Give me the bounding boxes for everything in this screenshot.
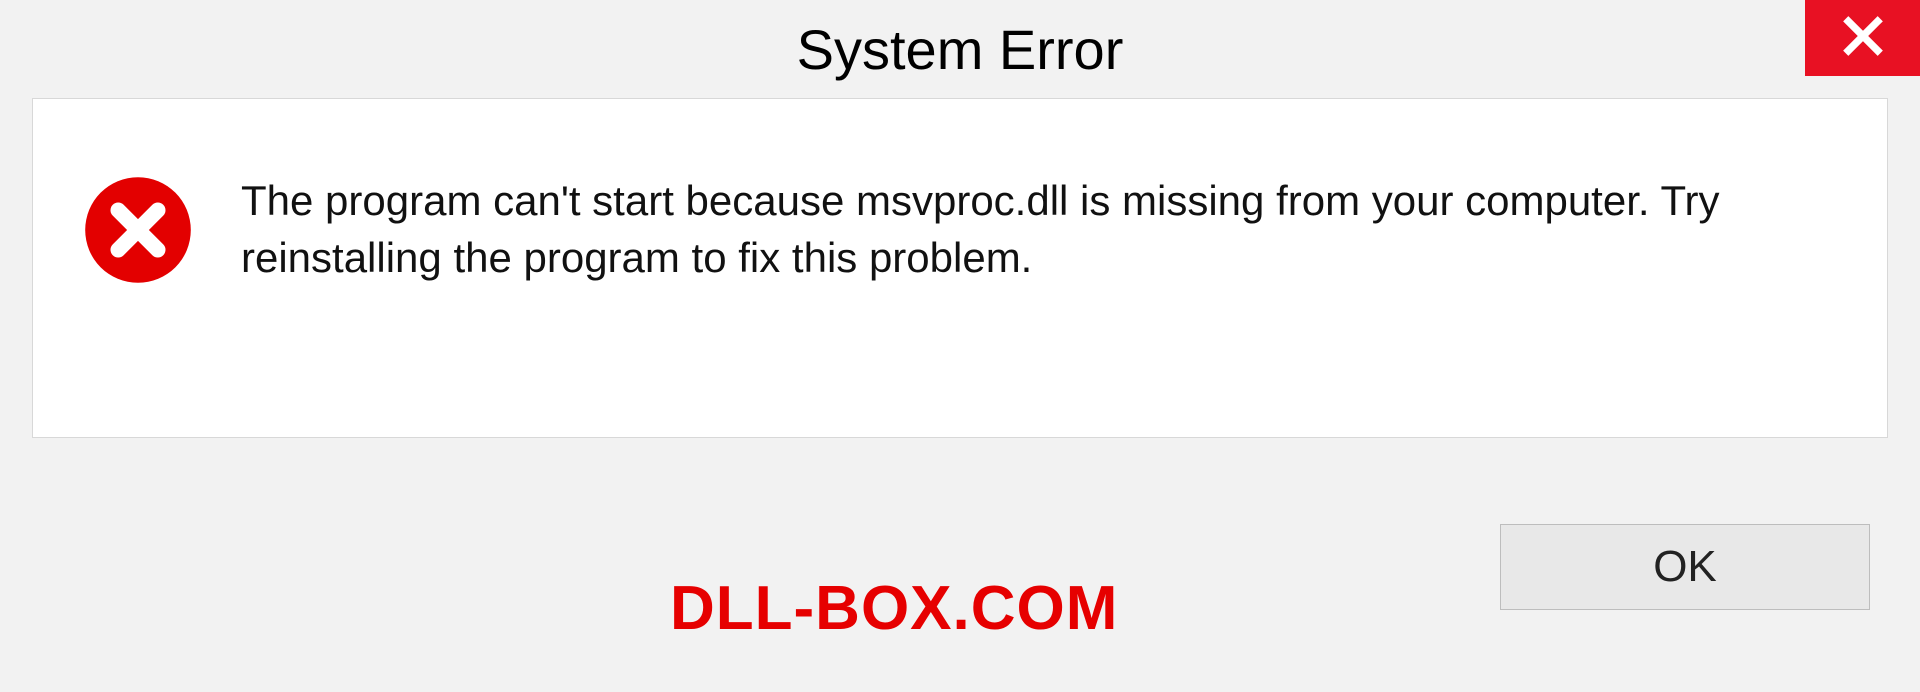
brand-watermark: DLL-BOX.COM — [670, 573, 1118, 644]
titlebar: System Error — [0, 0, 1920, 98]
error-message: The program can't start because msvproc.… — [241, 169, 1837, 286]
error-icon — [83, 175, 193, 285]
dialog-title: System Error — [797, 17, 1124, 82]
close-icon — [1841, 14, 1885, 63]
dialog-footer: DLL-BOX.COM OK — [0, 482, 1920, 692]
dialog-body: The program can't start because msvproc.… — [32, 98, 1888, 438]
ok-button[interactable]: OK — [1500, 524, 1870, 610]
close-button[interactable] — [1805, 0, 1920, 76]
